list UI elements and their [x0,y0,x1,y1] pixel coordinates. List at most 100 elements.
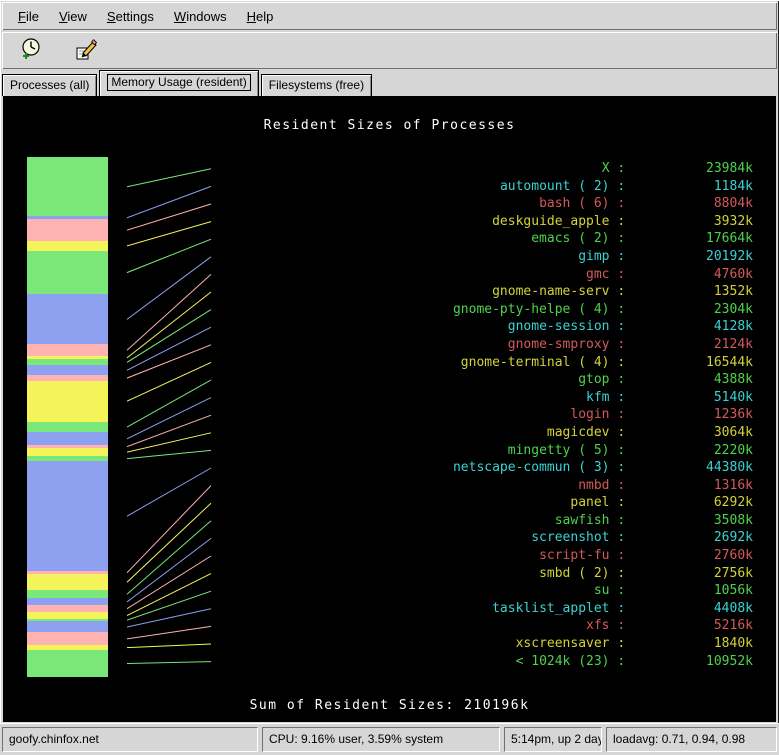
process-size: 3508k [633,512,753,530]
separator: : [610,478,633,493]
connector-line [127,239,211,272]
bar-segment [27,650,108,677]
tab-processes-all[interactable]: Processes (all) [2,74,97,96]
separator: : [610,566,633,581]
process-name: kfm [440,389,610,407]
separator: : [610,390,633,405]
connector-line [127,222,211,246]
bar-segment [27,381,108,422]
toolbar [2,32,777,69]
process-name: netscape-commun ( 3) [440,459,610,477]
process-size: 4388k [633,371,753,389]
process-row: gnome-pty-helpe ( 4) : 2304k [440,301,753,319]
separator: : [610,179,633,194]
separator: : [610,302,633,317]
process-size: 4408k [633,600,753,618]
menu-item-file[interactable]: File [8,6,49,27]
menu-item-windows[interactable]: Windows [164,6,237,27]
separator: : [610,161,633,176]
separator: : [610,548,633,563]
tab-label: Filesystems (free) [269,78,364,92]
process-row: gnome-terminal ( 4) : 16544k [440,354,753,372]
process-name: gnome-smproxy [440,336,610,354]
bar-segment [27,574,108,590]
menu-item-help[interactable]: Help [237,6,284,27]
process-name: gimp [440,248,610,266]
process-size: 44380k [633,459,753,477]
stacked-bar [27,157,108,677]
connector-line [127,468,211,516]
menu-item-settings[interactable]: Settings [97,6,164,27]
separator: : [610,231,633,246]
process-size: 10952k [633,653,753,671]
bar-segment [27,590,108,599]
process-row: xscreensaver : 1840k [440,635,753,653]
separator: : [610,654,633,669]
process-row: su : 1056k [440,582,753,600]
edit-icon [75,37,99,64]
tab-filesystems-free[interactable]: Filesystems (free) [261,74,372,96]
process-name: automount ( 2) [440,178,610,196]
process-row: sawfish : 3508k [440,512,753,530]
process-row: panel : 6292k [440,494,753,512]
connector-line [127,644,211,648]
process-name: xfs [440,617,610,635]
bar-segment [27,422,108,433]
process-size: 16544k [633,354,753,372]
separator: : [610,407,633,422]
process-row: magicdev : 3064k [440,424,753,442]
connector-line [127,345,211,378]
bar-segment [27,632,108,645]
connector-line [127,362,211,401]
connector-line [127,450,211,458]
connector-line [127,591,211,620]
separator: : [610,319,633,334]
process-row: login : 1236k [440,406,753,424]
timer-button[interactable] [14,36,48,66]
tab-memory-usage-resident[interactable]: Memory Usage (resident) [99,70,258,96]
process-row: gmc : 4760k [440,266,753,284]
process-row: deskguide_apple : 3932k [440,213,753,231]
process-list: X : 23984kautomount ( 2) : 1184kbash ( 6… [440,160,753,670]
separator: : [610,583,633,598]
timer-icon [19,37,43,64]
connector-line [127,310,211,363]
connector-line [127,626,211,639]
process-row: xfs : 5216k [440,617,753,635]
process-size: 2692k [633,529,753,547]
separator: : [610,267,633,282]
process-row: automount ( 2) : 1184k [440,178,753,196]
process-size: 2220k [633,442,753,460]
loadavg-panel: loadavg: 0.71, 0.94, 0.98 [606,727,777,752]
process-name: magicdev [440,424,610,442]
separator: : [610,495,633,510]
process-name: login [440,406,610,424]
process-name: tasklist_applet [440,600,610,618]
process-size: 2760k [633,547,753,565]
tab-label: Memory Usage (resident) [107,74,250,91]
process-row: smbd ( 2) : 2756k [440,565,753,583]
edit-button[interactable] [70,36,104,66]
process-size: 3064k [633,424,753,442]
connector-line [127,662,211,664]
gtop-window: FileViewSettingsWindowsHelp [0,0,779,755]
process-name: xscreensaver [440,635,610,653]
process-size: 2124k [633,336,753,354]
bar-segment [27,461,108,571]
process-row: gnome-session : 4128k [440,318,753,336]
separator: : [610,618,633,633]
connector-line [127,274,211,350]
separator: : [610,530,633,545]
process-name: deskguide_apple [440,213,610,231]
process-name: < 1024k (23) [440,653,610,671]
process-size: 3932k [633,213,753,231]
process-size: 8804k [633,195,753,213]
process-row: X : 23984k [440,160,753,178]
process-row: nmbd : 1316k [440,477,753,495]
separator: : [610,425,633,440]
process-size: 23984k [633,160,753,178]
hostname-panel: goofy.chinfox.net [2,727,258,752]
menu-item-view[interactable]: View [49,6,97,27]
tab-label: Processes (all) [10,78,89,92]
process-size: 6292k [633,494,753,512]
